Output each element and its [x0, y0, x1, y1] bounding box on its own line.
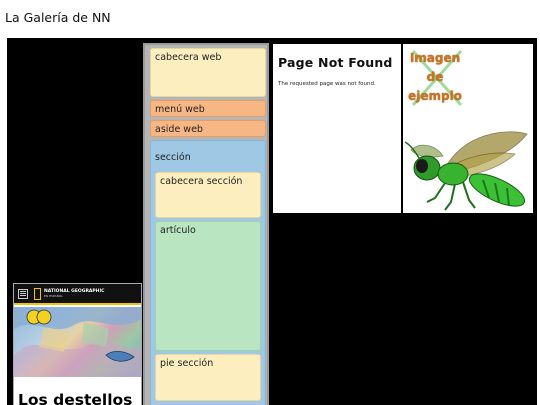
- natgeo-article-title[interactable]: Los destellos: [18, 391, 132, 405]
- cabecera-seccion-block: cabecera sección: [155, 172, 261, 218]
- wasp-illustration: [405, 131, 528, 211]
- sample-image-panel[interactable]: Imagen de ejemplo: [403, 44, 533, 213]
- articulo-block: artículo: [155, 221, 261, 351]
- sample-label-line1: Imagen: [409, 51, 461, 65]
- natgeo-logo-icon: [34, 287, 41, 300]
- page-title: La Galería de NN: [5, 10, 111, 25]
- natgeo-brand: NATIONAL GEOGRAPHIC EN ESPAÑOL: [44, 289, 104, 299]
- aside-web-block: aside web: [150, 120, 266, 137]
- not-found-message: The requested page was not found.: [278, 81, 376, 87]
- sample-label-line3: ejemplo: [408, 89, 462, 103]
- cabecera-web-block: cabecera web: [150, 48, 266, 97]
- pie-seccion-block: pie sección: [155, 354, 261, 401]
- natgeo-card[interactable]: NATIONAL GEOGRAPHIC EN ESPAÑOL Los deste…: [13, 283, 142, 405]
- not-found-panel: Page Not Found The requested page was no…: [273, 44, 401, 213]
- gallery: NATIONAL GEOGRAPHIC EN ESPAÑOL Los deste…: [7, 38, 537, 405]
- natgeo-brand-name: NATIONAL GEOGRAPHIC: [44, 288, 105, 294]
- html5-structure-panel: cabecera web menú web aside web sección …: [143, 43, 269, 405]
- natgeo-map-image: [14, 307, 141, 377]
- sample-image-label: Imagen de ejemplo: [403, 49, 467, 106]
- hamburger-menu-icon[interactable]: [18, 288, 28, 299]
- not-found-title: Page Not Found: [278, 55, 393, 70]
- sample-label-line2: de: [426, 70, 444, 84]
- menu-web-block: menú web: [150, 100, 266, 117]
- natgeo-header: NATIONAL GEOGRAPHIC EN ESPAÑOL: [14, 284, 141, 305]
- map-illustration: [14, 307, 141, 377]
- natgeo-edition: EN ESPAÑOL: [44, 293, 63, 298]
